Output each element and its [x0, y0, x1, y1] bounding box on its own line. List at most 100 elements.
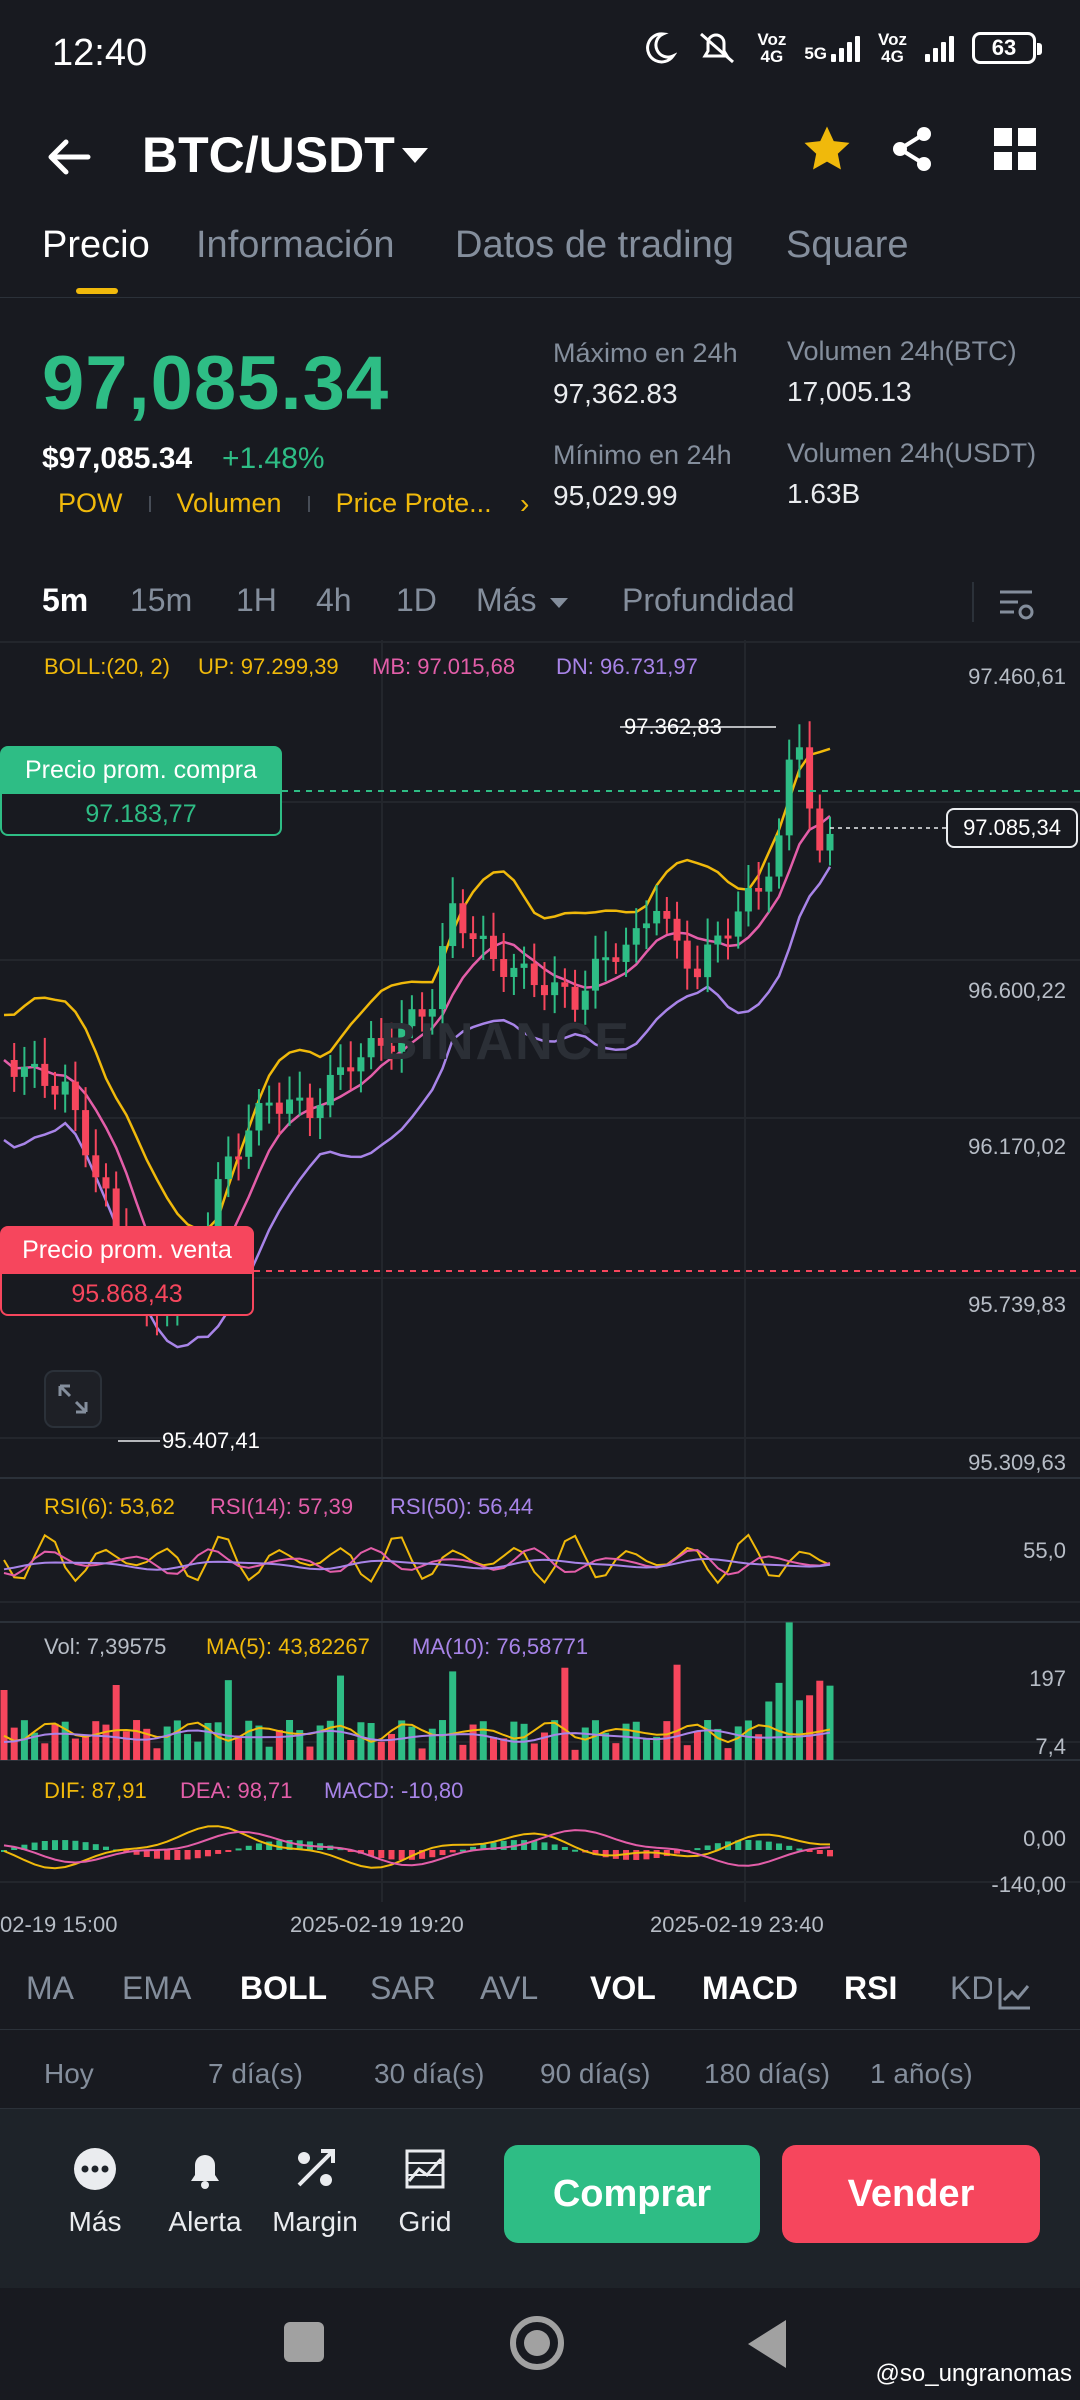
macd-histogram-bar	[745, 1840, 752, 1850]
grid-button[interactable]: Grid	[370, 2145, 480, 2238]
volume-bar	[377, 1741, 385, 1760]
interval-15m[interactable]: 15m	[130, 582, 192, 619]
volume-bar	[683, 1745, 691, 1760]
candle-body	[816, 808, 824, 851]
interval-divider	[972, 582, 974, 622]
fullscreen-expand-icon[interactable]	[44, 1370, 102, 1428]
volume-bar	[306, 1746, 314, 1760]
pair-title[interactable]: BTC/USDT	[142, 126, 395, 184]
avg-sell-price-box[interactable]: Precio prom. venta 95.868,43	[0, 1226, 254, 1316]
buy-button[interactable]: Comprar	[504, 2145, 760, 2243]
margin-button[interactable]: Margin	[260, 2145, 370, 2238]
tab-informacion[interactable]: Información	[196, 224, 395, 267]
perf-label: 1 año(s)	[870, 2058, 973, 2089]
candle-body	[683, 940, 691, 969]
volume-bar	[632, 1721, 640, 1760]
volume-bar	[184, 1734, 192, 1760]
indicator-ema[interactable]: EMA	[122, 1970, 191, 2007]
interval-5m[interactable]: 5m	[42, 582, 88, 619]
system-back-icon[interactable]	[748, 2320, 786, 2368]
indicator-settings-icon[interactable]	[996, 1974, 1034, 2012]
share-icon[interactable]	[888, 124, 938, 174]
tag-price-protection[interactable]: Price Prote...	[336, 488, 492, 519]
macd-histogram-bar	[245, 1845, 252, 1850]
candle-body	[714, 935, 722, 945]
avg-buy-price-box[interactable]: Precio prom. compra 97.183,77	[0, 746, 282, 836]
volume-bar	[194, 1741, 202, 1760]
volume-bar	[653, 1736, 661, 1760]
candle-body	[92, 1155, 100, 1178]
candle-body	[265, 1102, 273, 1106]
volume-bar	[51, 1723, 59, 1760]
candle-body	[510, 967, 518, 977]
volume-bar	[224, 1680, 232, 1760]
macd-histogram-bar	[541, 1842, 548, 1850]
indicator-avl[interactable]: AVL	[480, 1970, 538, 2007]
indicator-rsi[interactable]: RSI	[844, 1970, 897, 2007]
interval-bar: 5m 15m 1H 4h 1D Más Profundidad	[0, 572, 1080, 634]
candle-body	[724, 935, 732, 939]
signal-icon	[925, 34, 954, 62]
volume-bar	[337, 1675, 345, 1760]
interval-1d[interactable]: 1D	[396, 582, 437, 619]
tab-square[interactable]: Square	[786, 224, 909, 267]
indicator-boll[interactable]: BOLL	[240, 1970, 327, 2007]
indicator-kd[interactable]: KD	[950, 1970, 992, 2007]
volume-bar	[816, 1680, 824, 1760]
chart-settings-icon[interactable]	[996, 584, 1036, 624]
vol-ma5-label: MA(5): 43,82267	[206, 1634, 370, 1659]
status-bar: 12:40 Voz 4G 5G Voz 4G 63	[0, 0, 1080, 110]
macd-histogram-bar	[276, 1840, 283, 1850]
macd-histogram-bar	[255, 1843, 262, 1850]
candle-body	[734, 911, 742, 937]
macd-histogram-bar	[184, 1850, 191, 1860]
interval-profundidad[interactable]: Profundidad	[622, 582, 795, 619]
volume-bar	[714, 1728, 722, 1760]
alert-button[interactable]: Alerta	[150, 2145, 260, 2238]
vol-y-tick: 7,4	[1035, 1734, 1066, 1759]
candle-body	[673, 918, 681, 941]
grid-layout-icon[interactable]	[990, 124, 1040, 174]
candle-body	[479, 935, 487, 939]
tags-more-icon[interactable]: ›	[520, 488, 529, 520]
macd-histogram-bar	[429, 1850, 436, 1858]
sell-button[interactable]: Vender	[782, 2145, 1040, 2243]
macd-histogram-bar	[449, 1850, 456, 1853]
candle-body	[765, 876, 773, 892]
tab-datos-de-trading[interactable]: Datos de trading	[455, 224, 734, 267]
candle-body	[71, 1081, 79, 1111]
interval-mas[interactable]: Más	[476, 582, 536, 619]
macd-histogram-bar	[82, 1842, 89, 1850]
price-chart[interactable]: BOLL:(20, 2) UP: 97.299,39 MB: 97.015,68…	[0, 640, 1080, 1902]
grid-label: Grid	[398, 2206, 452, 2237]
tag-pow[interactable]: POW	[58, 488, 123, 519]
tag-volumen[interactable]: Volumen	[177, 488, 282, 519]
recents-icon[interactable]	[284, 2322, 324, 2362]
main-tabs: Precio Información Datos de trading Squa…	[0, 220, 1080, 298]
interval-4h[interactable]: 4h	[316, 582, 352, 619]
boll-params: BOLL:(20, 2)	[44, 654, 170, 679]
indicator-macd[interactable]: MACD	[702, 1970, 798, 2007]
candle-body	[551, 982, 559, 996]
interval-1h[interactable]: 1H	[236, 582, 277, 619]
candle-body	[806, 747, 814, 809]
margin-label: Margin	[272, 2206, 358, 2237]
rsi14-label: RSI(14): 57,39	[210, 1494, 354, 1519]
volume-bar	[806, 1695, 814, 1760]
network-voz-4g-1: Voz 4G	[757, 30, 787, 66]
indicator-sar[interactable]: SAR	[370, 1970, 436, 2007]
price-usd: $97,085.34	[42, 442, 193, 475]
indicator-vol[interactable]: VOL	[590, 1970, 656, 2007]
volume-bar	[530, 1743, 538, 1760]
volume-bar	[408, 1726, 416, 1760]
candle-body	[459, 903, 467, 934]
volume-bar	[693, 1731, 701, 1760]
more-button[interactable]: Más	[40, 2145, 150, 2238]
bottom-action-bar: Más Alerta Margin Grid Comprar Vender	[0, 2108, 1080, 2288]
back-arrow-icon[interactable]	[44, 132, 94, 182]
tab-precio[interactable]: Precio	[42, 224, 150, 267]
favorite-star-icon[interactable]	[800, 122, 854, 176]
home-icon[interactable]	[510, 2316, 564, 2370]
indicator-ma[interactable]: MA	[26, 1970, 74, 2007]
pair-dropdown-caret-icon[interactable]	[402, 148, 428, 163]
